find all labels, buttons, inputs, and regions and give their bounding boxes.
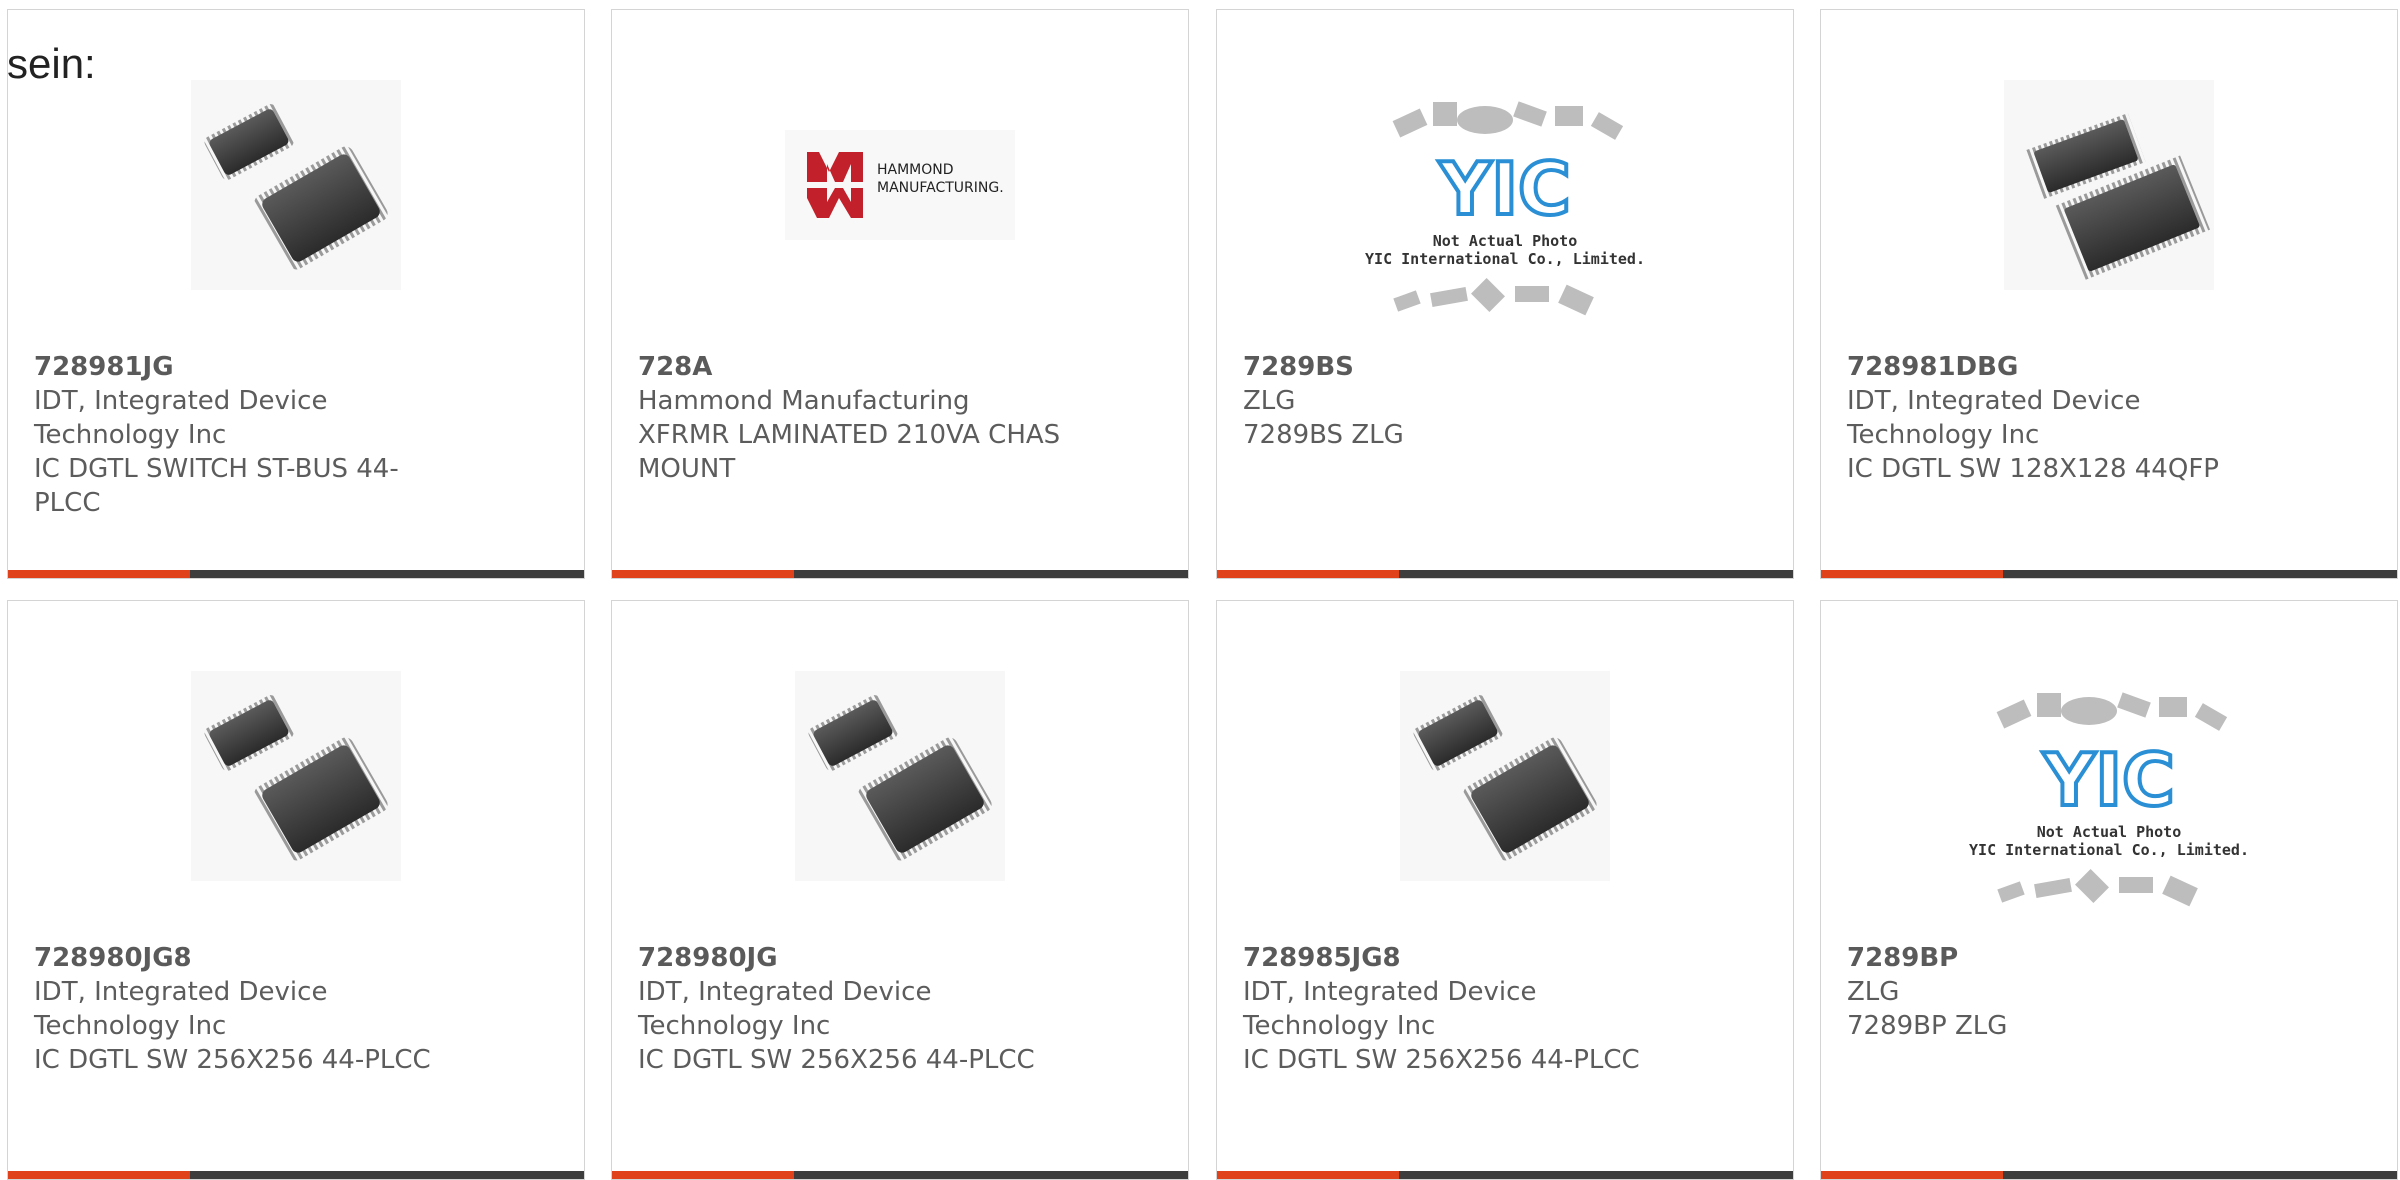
part-number[interactable]: 7289BP	[1847, 941, 2377, 975]
product-card[interactable]: 728985JG8 IDT, Integrated Device Technol…	[1216, 600, 1794, 1180]
product-card[interactable]: YIC Not Actual Photo YIC International C…	[1820, 600, 2398, 1180]
part-number[interactable]: 728980JG8	[34, 941, 564, 975]
manufacturer: Hammond Manufacturing	[638, 386, 970, 416]
plcc-chip-icon	[1400, 671, 1610, 881]
part-number[interactable]: 728981JG	[34, 350, 564, 384]
product-image[interactable]	[1217, 661, 1793, 891]
plcc-chip-icon	[795, 671, 1005, 881]
part-number[interactable]: 728A	[638, 350, 1168, 384]
product-image[interactable]	[8, 661, 584, 891]
part-number[interactable]: 7289BS	[1243, 350, 1773, 384]
svg-text:Not Actual Photo: Not Actual Photo	[2037, 823, 2182, 841]
product-card[interactable]: 728980JG IDT, Integrated Device Technolo…	[611, 600, 1189, 1180]
product-image[interactable]	[8, 70, 584, 300]
card-bottom-bar	[612, 1171, 1188, 1179]
card-bottom-bar	[8, 570, 584, 578]
card-bottom-bar	[1217, 570, 1793, 578]
card-bottom-bar	[1217, 1171, 1793, 1179]
card-bottom-bar	[8, 1171, 584, 1179]
product-grid: 728981JG IDT, Integrated Device Technolo…	[0, 0, 2400, 1180]
card-bottom-bar	[612, 570, 1188, 578]
product-card[interactable]: 728981DBG IDT, Integrated Device Technol…	[1820, 9, 2398, 579]
card-bottom-bar	[1821, 570, 2397, 578]
description: XFRMR LAMINATED 210VA CHAS MOUNT	[638, 420, 1061, 484]
manufacturer: ZLG	[1847, 977, 1900, 1007]
description: IC DGTL SW 256X256 44-PLCC	[1243, 1045, 1640, 1075]
product-image[interactable]: YIC Not Actual Photo YIC International C…	[1217, 94, 1793, 324]
product-image[interactable]: HAMMOND MANUFACTURING.	[612, 70, 1188, 300]
description: IC DGTL SWITCH ST-BUS 44-PLCC	[34, 454, 399, 518]
description: 7289BS ZLG	[1243, 420, 1404, 450]
svg-text:YIC: YIC	[2042, 738, 2175, 822]
plcc-chip-icon	[191, 80, 401, 290]
svg-text:YIC: YIC	[1438, 147, 1571, 231]
manufacturer: IDT, Integrated Device Technology Inc	[34, 386, 328, 450]
hammond-logo-icon: HAMMOND MANUFACTURING.	[785, 130, 1015, 240]
description: IC DGTL SW 128X128 44QFP	[1847, 454, 2219, 484]
card-bottom-bar	[1821, 1171, 2397, 1179]
product-card[interactable]: HAMMOND MANUFACTURING. 728A Hammond Manu…	[611, 9, 1189, 579]
manufacturer: IDT, Integrated Device Technology Inc	[1243, 977, 1537, 1041]
product-card[interactable]: YIC Not Actual Photo YIC International C…	[1216, 9, 1794, 579]
part-number[interactable]: 728981DBG	[1847, 350, 2377, 384]
product-card[interactable]: 728981JG IDT, Integrated Device Technolo…	[7, 9, 585, 579]
product-image[interactable]	[612, 661, 1188, 891]
manufacturer: IDT, Integrated Device Technology Inc	[34, 977, 328, 1041]
svg-text:Not Actual Photo: Not Actual Photo	[1433, 232, 1578, 250]
part-number[interactable]: 728980JG	[638, 941, 1168, 975]
part-number[interactable]: 728985JG8	[1243, 941, 1773, 975]
svg-text:YIC International Co., Limited: YIC International Co., Limited.	[1365, 250, 1645, 268]
svg-text:YIC International Co., Limited: YIC International Co., Limited.	[1969, 841, 2249, 859]
manufacturer: IDT, Integrated Device Technology Inc	[638, 977, 932, 1041]
not-actual-photo-placeholder-icon: YIC Not Actual Photo YIC International C…	[1969, 692, 2249, 907]
description: IC DGTL SW 256X256 44-PLCC	[638, 1045, 1035, 1075]
plcc-chip-icon	[191, 671, 401, 881]
lead-text: sein:	[7, 40, 96, 87]
qfp-chip-icon	[2004, 80, 2214, 290]
manufacturer: ZLG	[1243, 386, 1296, 416]
product-image[interactable]: YIC Not Actual Photo YIC International C…	[1821, 685, 2397, 915]
svg-text:MANUFACTURING.: MANUFACTURING.	[877, 180, 1004, 196]
description: IC DGTL SW 256X256 44-PLCC	[34, 1045, 431, 1075]
manufacturer: IDT, Integrated Device Technology Inc	[1847, 386, 2141, 450]
not-actual-photo-placeholder-icon: YIC Not Actual Photo YIC International C…	[1365, 101, 1645, 316]
product-card[interactable]: 728980JG8 IDT, Integrated Device Technol…	[7, 600, 585, 1180]
description: 7289BP ZLG	[1847, 1011, 2008, 1041]
svg-text:HAMMOND: HAMMOND	[877, 162, 954, 178]
product-image[interactable]	[1821, 70, 2397, 300]
